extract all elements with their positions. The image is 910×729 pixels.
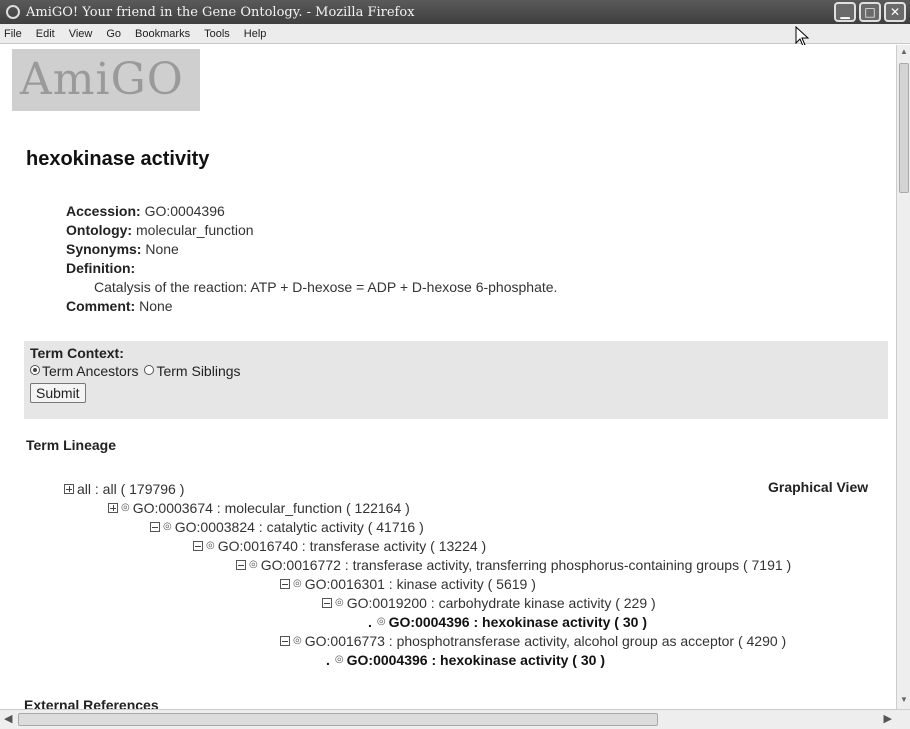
bullet-icon: . (368, 613, 372, 630)
term-lineage-heading: Term Lineage (26, 437, 116, 453)
relation-icon: ◎ (206, 540, 215, 551)
scroll-right-icon[interactable]: ▶ (884, 712, 892, 725)
menu-view[interactable]: View (69, 28, 93, 40)
tree-node-label[interactable]: GO:0004396 : hexokinase activity ( 30 ) (347, 652, 605, 668)
collapse-icon[interactable] (322, 597, 332, 608)
menu-help[interactable]: Help (244, 28, 267, 40)
tree-node[interactable]: ◎ GO:0016772 : transferase activity, tra… (236, 555, 791, 574)
tree-node-label[interactable]: GO:0016772 : transferase activity, trans… (261, 557, 791, 573)
horizontal-scroll-thumb[interactable] (18, 713, 658, 726)
ontology-value: molecular_function (136, 222, 254, 238)
tree-node[interactable]: ◎ GO:0003824 : catalytic activity ( 4171… (150, 517, 424, 536)
external-references-heading: External References (24, 697, 159, 709)
tree-node[interactable]: ◎ GO:0016740 : transferase activity ( 13… (193, 536, 486, 555)
bullet-icon: . (326, 651, 330, 668)
relation-icon: ◎ (249, 559, 258, 570)
tree-node[interactable]: ◎ GO:0003674 : molecular_function ( 1221… (108, 498, 410, 517)
relation-icon: ◎ (293, 635, 302, 646)
scroll-up-icon[interactable]: ▲ (899, 47, 909, 59)
tree-node-label[interactable]: GO:0016773 : phosphotransferase activity… (305, 633, 786, 649)
menu-go[interactable]: Go (106, 28, 121, 40)
minimize-button[interactable]: ▁ (834, 2, 856, 22)
submit-button[interactable]: Submit (30, 383, 86, 403)
tree-node-label[interactable]: GO:0003824 : catalytic activity ( 41716 … (175, 519, 424, 535)
tree-node-label[interactable]: GO:0019200 : carbohydrate kinase activit… (347, 595, 656, 611)
amigo-logo[interactable]: AmiGO (12, 49, 200, 111)
relation-icon: ◎ (293, 578, 302, 589)
relation-icon: ◎ (163, 521, 172, 532)
tree-node-label[interactable]: GO:0016740 : transferase activity ( 1322… (218, 538, 486, 554)
comment-label: Comment: (66, 298, 136, 314)
tree-node-current[interactable]: . ◎ GO:0004396 : hexokinase activity ( 3… (326, 650, 605, 669)
comment-value: None (139, 298, 173, 314)
menu-bar: File Edit View Go Bookmarks Tools Help (0, 24, 910, 44)
expand-icon[interactable] (108, 502, 118, 513)
window-title: AmiGO! Your friend in the Gene Ontology.… (26, 4, 415, 20)
tree-node-current[interactable]: . ◎ GO:0004396 : hexokinase activity ( 3… (368, 612, 647, 631)
collapse-icon[interactable] (236, 559, 246, 570)
graphical-view-link[interactable]: Graphical View (768, 479, 868, 495)
window-titlebar: AmiGO! Your friend in the Gene Ontology.… (0, 0, 910, 24)
tree-node-label[interactable]: GO:0004396 : hexokinase activity ( 30 ) (389, 614, 647, 630)
vertical-scroll-thumb[interactable] (899, 63, 909, 193)
term-ancestors-radio[interactable] (30, 365, 40, 375)
tree-node-label[interactable]: GO:0016301 : kinase activity ( 5619 ) (305, 576, 536, 592)
accession-value: GO:0004396 (144, 203, 225, 219)
menu-edit[interactable]: Edit (36, 28, 55, 40)
menu-bookmarks[interactable]: Bookmarks (135, 28, 190, 40)
menu-file[interactable]: File (4, 28, 22, 40)
vertical-scrollbar[interactable]: ▲ ▼ (896, 45, 910, 709)
definition-label: Definition: (66, 260, 136, 276)
collapse-icon[interactable] (150, 521, 160, 532)
collapse-icon[interactable] (280, 635, 290, 646)
relation-icon: ◎ (335, 597, 344, 608)
horizontal-scrollbar[interactable]: ◀ ▶ (0, 709, 910, 729)
collapse-icon[interactable] (280, 578, 290, 589)
synonyms-label: Synonyms: (66, 241, 142, 257)
term-siblings-radio[interactable] (144, 365, 155, 375)
expand-icon[interactable] (64, 483, 74, 494)
relation-icon: ◎ (121, 502, 130, 513)
maximize-button[interactable]: □ (859, 2, 881, 22)
definition-value: Catalysis of the reaction: ATP + D-hexos… (94, 279, 558, 295)
term-context-panel: Term Context: Term Ancestors Term Siblin… (24, 341, 888, 419)
tree-node[interactable]: all : all ( 179796 ) (64, 479, 184, 498)
tree-node[interactable]: ◎ GO:0016301 : kinase activity ( 5619 ) (280, 574, 536, 593)
page-content[interactable]: AmiGO hexokinase activity Accession: GO:… (0, 45, 896, 709)
firefox-icon (6, 5, 20, 19)
relation-icon: ◎ (334, 654, 344, 665)
term-siblings-label[interactable]: Term Siblings (156, 363, 240, 379)
ontology-label: Ontology: (66, 222, 133, 238)
tree-node[interactable]: ◎ GO:0019200 : carbohydrate kinase activ… (322, 593, 656, 612)
scroll-down-icon[interactable]: ▼ (899, 695, 909, 707)
scroll-left-icon[interactable]: ◀ (4, 712, 12, 725)
tree-node-label[interactable]: GO:0003674 : molecular_function ( 122164… (133, 500, 410, 516)
term-context-label: Term Context: (30, 345, 124, 361)
term-ancestors-label[interactable]: Term Ancestors (42, 363, 138, 379)
relation-icon: ◎ (376, 616, 386, 627)
synonyms-value: None (145, 241, 179, 257)
menu-tools[interactable]: Tools (204, 28, 230, 40)
close-button[interactable]: ✕ (884, 2, 906, 22)
term-details: Accession: GO:0004396 Ontology: molecula… (66, 202, 557, 316)
tree-node-label[interactable]: all : all ( 179796 ) (77, 481, 184, 497)
collapse-icon[interactable] (193, 540, 203, 551)
accession-label: Accession: (66, 203, 141, 219)
page-title: hexokinase activity (26, 148, 210, 170)
tree-node[interactable]: ◎ GO:0016773 : phosphotransferase activi… (280, 631, 786, 650)
